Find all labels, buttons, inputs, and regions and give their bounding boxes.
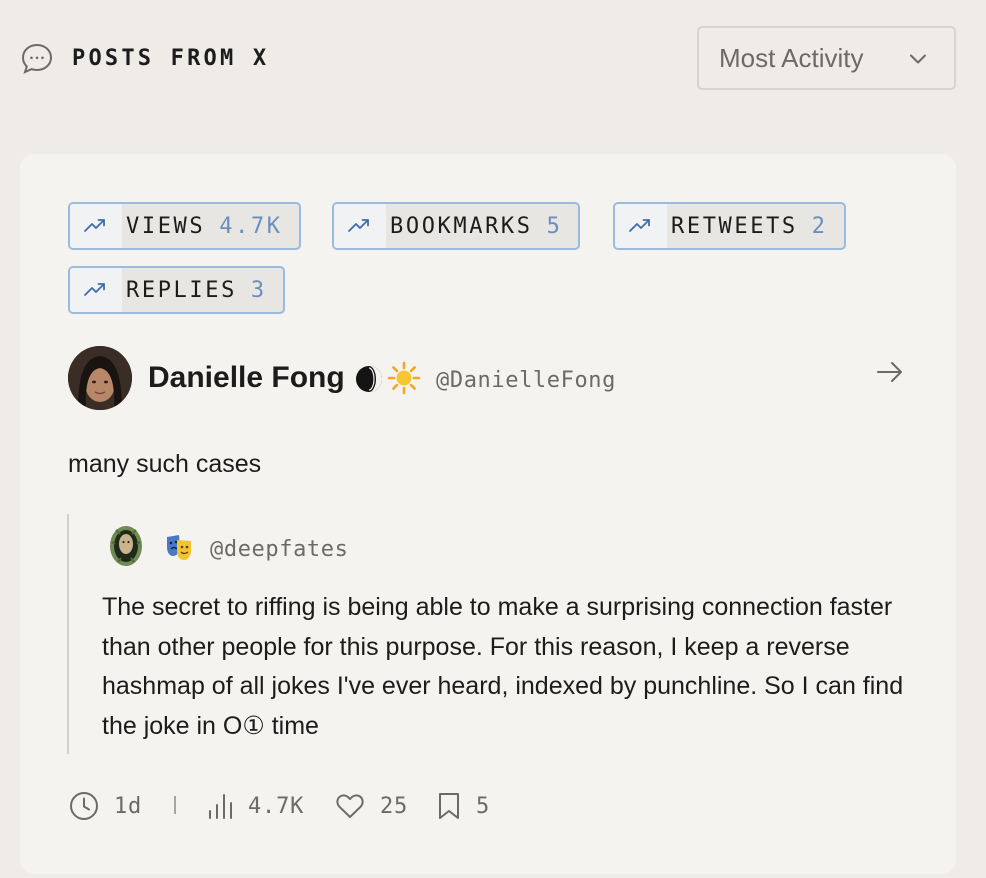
post-likes-value: 25 (380, 793, 409, 819)
stat-chip-bookmarks: BOOKMARKS 5 (332, 202, 581, 250)
bar-chart-icon (209, 794, 232, 819)
post-age: 1d (68, 790, 142, 822)
sun-icon (387, 361, 421, 395)
heart-icon (336, 794, 364, 818)
stat-value: 3 (250, 277, 267, 303)
post-bookmarks[interactable]: 5 (436, 790, 490, 822)
quoted-author-handle[interactable]: @deepfates (210, 535, 348, 565)
trending-up-icon (84, 283, 105, 296)
stat-value: 4.7K (219, 213, 283, 239)
stat-value: 5 (546, 213, 563, 239)
stat-label: VIEWS (126, 213, 206, 239)
stat-label: REPLIES (126, 277, 237, 303)
author-avatar[interactable] (68, 346, 132, 410)
stat-label: RETWEETS (671, 213, 798, 239)
avatar-photo (68, 346, 132, 410)
author-name[interactable]: Danielle Fong (148, 360, 345, 396)
stat-chip-replies: REPLIES 3 (68, 266, 285, 314)
trending-up-icon (348, 219, 369, 232)
quoted-author-avatar[interactable] (106, 522, 146, 570)
post-text: many such cases (68, 450, 262, 478)
quoted-post-text: The secret to riffing is being able to m… (102, 593, 904, 740)
moon-icon (356, 366, 382, 392)
trending-up-icon (629, 219, 650, 232)
post-age-value: 1d (114, 793, 143, 819)
arrow-right-icon[interactable] (874, 358, 906, 386)
section-header: POSTS FROM X Most Activity (0, 0, 986, 120)
author-handle[interactable]: @DanielleFong (436, 366, 616, 396)
chat-bubble-icon (21, 43, 53, 74)
stat-value: 2 (811, 213, 828, 239)
post-views-value: 4.7K (248, 793, 305, 819)
performing-arts-mask-icon (167, 535, 191, 560)
sort-dropdown[interactable]: Most Activity (697, 26, 956, 90)
stat-chip-retweets: RETWEETS 2 (613, 202, 846, 250)
post-views: 4.7K (206, 790, 304, 822)
post-bookmarks-value: 5 (476, 793, 491, 819)
post-likes[interactable]: 25 (334, 790, 408, 822)
stat-label: BOOKMARKS (390, 213, 533, 239)
chevron-down-icon (910, 54, 926, 64)
trending-up-icon (84, 219, 105, 232)
stat-chip-views: VIEWS 4.7K (68, 202, 301, 250)
footer-divider (174, 796, 176, 814)
bookmark-icon (439, 793, 459, 819)
post-card (20, 154, 956, 874)
clock-icon (70, 792, 98, 820)
quote-divider (67, 514, 69, 754)
sort-selected-value: Most Activity (719, 42, 864, 73)
section-title: POSTS FROM X (72, 46, 270, 71)
